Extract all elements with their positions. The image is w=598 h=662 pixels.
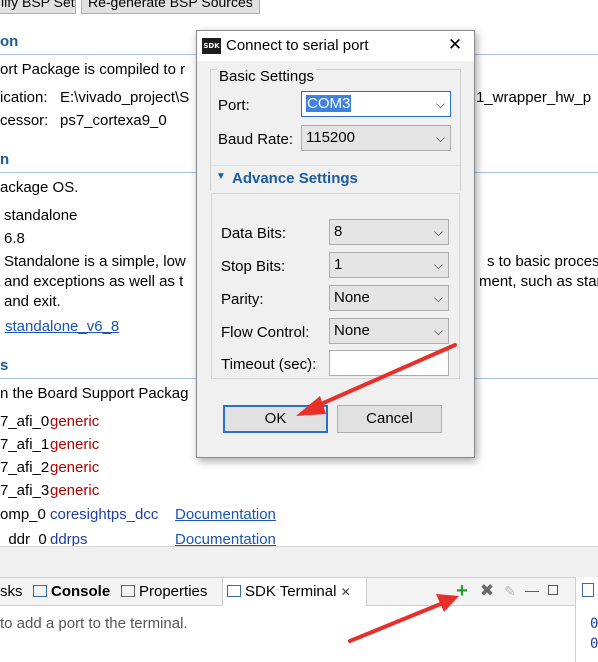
data-bits-value: 8 [334, 223, 343, 240]
driver-name: generic [50, 413, 100, 430]
modify-bsp-settings-button[interactable]: lify BSP Settings [0, 0, 76, 14]
os-version: 6.8 [4, 230, 25, 247]
regenerate-bsp-sources-button[interactable]: Re-generate BSP Sources [81, 0, 260, 14]
ok-button[interactable]: OK [223, 405, 328, 433]
driver-name: generic [50, 436, 100, 453]
chevron-down-icon: ⌵ [433, 258, 443, 272]
baud-rate-label: Baud Rate: [218, 131, 294, 148]
tab-properties[interactable]: Properties [121, 578, 207, 606]
parity-select[interactable]: None ⌵ [329, 285, 449, 311]
port-value: COM3 [306, 95, 352, 112]
peripheral-name: 7_afi_0 [0, 413, 50, 430]
parity-value: None [334, 289, 370, 306]
os-description-tail: s to basic proces [487, 253, 598, 270]
processor-label: cessor: [0, 112, 49, 129]
flow-control-value: None [334, 322, 370, 339]
drivers-intro-text: n the Board Support Packag [0, 385, 189, 402]
timeout-label: Timeout (sec): [221, 356, 317, 373]
parity-label: Parity: [221, 291, 264, 308]
application-path: E:\vivado_project\S [60, 89, 190, 106]
stop-bits-select[interactable]: 1 ⌵ [329, 252, 449, 278]
chevron-down-icon: ⌵ [433, 225, 443, 239]
driver-name: coresightps_dcc [50, 506, 159, 523]
chevron-down-icon: ⌵ [435, 131, 445, 145]
terminal-content[interactable]: to add a port to the terminal. [0, 606, 575, 662]
basic-settings-legend: Basic Settings [217, 68, 317, 85]
clear-icon[interactable]: ✎ [501, 580, 519, 602]
properties-icon [121, 585, 135, 597]
port-select[interactable]: COM3 ⌵ [301, 91, 451, 117]
driver-name: generic [50, 482, 100, 499]
os-description: and exit. [4, 293, 61, 310]
application-path-tail: 1_wrapper_hw_p [476, 89, 592, 106]
close-icon[interactable]: ✕ [445, 35, 465, 55]
overview-text: ort Package is compiled to r [0, 61, 186, 78]
peripheral-name: 7_afi_3 [0, 482, 50, 499]
advance-settings-header[interactable]: ▼ Advance Settings [211, 165, 460, 193]
chevron-down-icon: ⌵ [433, 291, 443, 305]
driver-documentation-link[interactable]: Documentation [175, 506, 276, 524]
memory-value: 0 [590, 616, 598, 632]
os-description: and exceptions as well as t [4, 273, 184, 290]
cancel-button[interactable]: Cancel [337, 405, 442, 433]
stop-bits-value: 1 [334, 256, 343, 273]
connect-serial-port-dialog: SDK Connect to serial port ✕ Basic Setti… [196, 30, 475, 458]
view-icon[interactable] [582, 583, 594, 597]
application-label: ication: [0, 89, 48, 106]
peripheral-name: omp_0 [0, 506, 46, 523]
editor-bottom-strip [0, 546, 598, 577]
os-description-tail: ment, such as stanc [479, 273, 598, 290]
data-bits-select[interactable]: 8 ⌵ [329, 219, 449, 245]
maximize-icon[interactable] [548, 585, 558, 595]
bottom-view-tabbar: sks Console Properties SDK Terminal ✕ + … [0, 577, 575, 607]
tab-tasks[interactable]: sks [0, 578, 23, 606]
os-description: Standalone is a simple, low [4, 253, 186, 270]
terminal-hint: to add a port to the terminal. [0, 615, 188, 632]
flow-control-label: Flow Control: [221, 324, 310, 341]
minimize-icon[interactable]: — [525, 580, 539, 602]
driver-name: generic [50, 459, 100, 476]
processor-value: ps7_cortexa9_0 [60, 112, 167, 129]
dialog-titlebar[interactable]: SDK Connect to serial port ✕ [197, 31, 474, 61]
peripheral-name: 7_afi_2 [0, 459, 50, 476]
terminal-icon [227, 585, 241, 597]
stop-bits-label: Stop Bits: [221, 258, 286, 275]
chevron-down-icon: ⌵ [433, 324, 443, 338]
peripheral-name: 7_afi_1 [0, 436, 50, 453]
os-name: standalone [4, 207, 78, 224]
sdk-logo-icon: SDK [202, 38, 221, 54]
baud-rate-select[interactable]: 115200 ⌵ [301, 125, 451, 151]
tab-close-icon[interactable]: ✕ [341, 585, 351, 599]
os-documentation-link[interactable]: standalone_v6_8 [5, 318, 119, 336]
port-label: Port: [218, 97, 250, 114]
tab-sdk-terminal[interactable]: SDK Terminal ✕ [222, 578, 367, 607]
advance-settings-title: Advance Settings [232, 170, 358, 187]
memory-value: 0 [590, 636, 598, 652]
tab-console[interactable]: Console [33, 578, 110, 606]
chevron-down-icon: ⌵ [435, 97, 445, 111]
add-port-icon[interactable]: + [453, 580, 471, 602]
flow-control-select[interactable]: None ⌵ [329, 318, 449, 344]
data-bits-label: Data Bits: [221, 225, 287, 242]
os-intro-text: ackage OS. [0, 179, 79, 196]
console-icon [33, 585, 47, 597]
expand-triangle-icon: ▼ [216, 171, 226, 182]
timeout-input[interactable] [329, 350, 449, 376]
disconnect-icon[interactable]: ✖ [478, 580, 496, 602]
dialog-title: Connect to serial port [226, 37, 369, 54]
right-side-view: 0 0 [575, 577, 598, 662]
baud-rate-value: 115200 [306, 129, 355, 146]
